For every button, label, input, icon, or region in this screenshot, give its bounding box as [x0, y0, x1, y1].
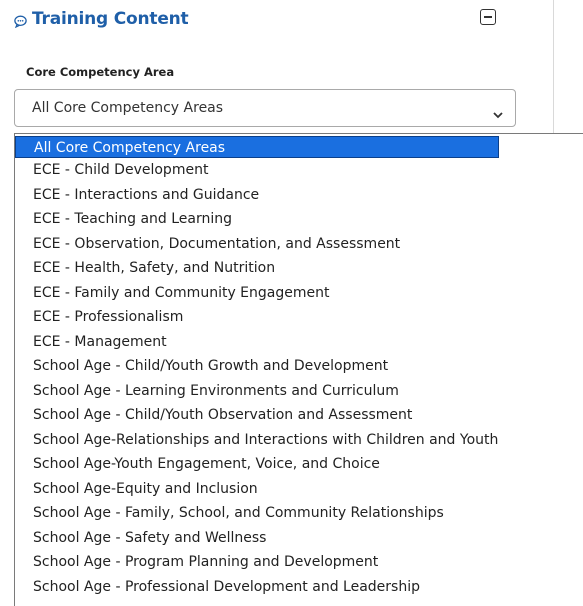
dropdown-option[interactable]: ECE - Teaching and Learning [15, 207, 583, 232]
section-title: Training Content [32, 9, 189, 29]
dropdown-option[interactable]: ECE - Management [15, 330, 583, 355]
dropdown-option-selected[interactable]: All Core Competency Areas [15, 136, 499, 158]
dropdown-option[interactable]: School Age - Family, School, and Communi… [15, 501, 583, 526]
dropdown-option[interactable]: School Age - Program Planning and Develo… [15, 550, 583, 575]
dropdown-option[interactable]: School Age - Safety and Wellness [15, 526, 583, 551]
dropdown-option[interactable]: ECE - Child Development [15, 158, 583, 183]
collapse-minus-icon [484, 16, 492, 18]
dropdown-option[interactable]: ECE - Observation, Documentation, and As… [15, 232, 583, 257]
dropdown-option[interactable]: School Age - Learning Environments and C… [15, 379, 583, 404]
dropdown-option[interactable]: ECE - Professionalism [15, 305, 583, 330]
dropdown-option[interactable]: School Age-Youth Engagement, Voice, and … [15, 452, 583, 477]
dropdown-option[interactable]: School Age-Relationships and Interaction… [15, 428, 583, 453]
section-header: Training Content [14, 6, 189, 32]
competency-dropdown-list: All Core Competency Areas ECE - Child De… [14, 133, 583, 606]
dropdown-option[interactable]: ECE - Family and Community Engagement [15, 281, 583, 306]
dropdown-option[interactable]: School Age - Professional Development an… [15, 575, 583, 600]
dropdown-option[interactable]: ECE - Interactions and Guidance [15, 183, 583, 208]
collapse-button[interactable] [480, 9, 496, 25]
dropdown-option[interactable]: School Age - Child/Youth Observation and… [15, 403, 583, 428]
select-value: All Core Competency Areas [32, 100, 224, 116]
dropdown-option[interactable]: School Age - Child/Youth Growth and Deve… [15, 354, 583, 379]
dropdown-option[interactable]: ECE - Health, Safety, and Nutrition [15, 256, 583, 281]
chat-bubble-icon [14, 13, 27, 28]
page: Training Content Core Competency Area Al… [0, 0, 583, 606]
core-competency-select[interactable]: All Core Competency Areas [14, 89, 516, 127]
dropdown-option[interactable]: School Age-Equity and Inclusion [15, 477, 583, 502]
core-competency-label: Core Competency Area [26, 65, 175, 79]
chevron-down-icon [493, 104, 503, 119]
